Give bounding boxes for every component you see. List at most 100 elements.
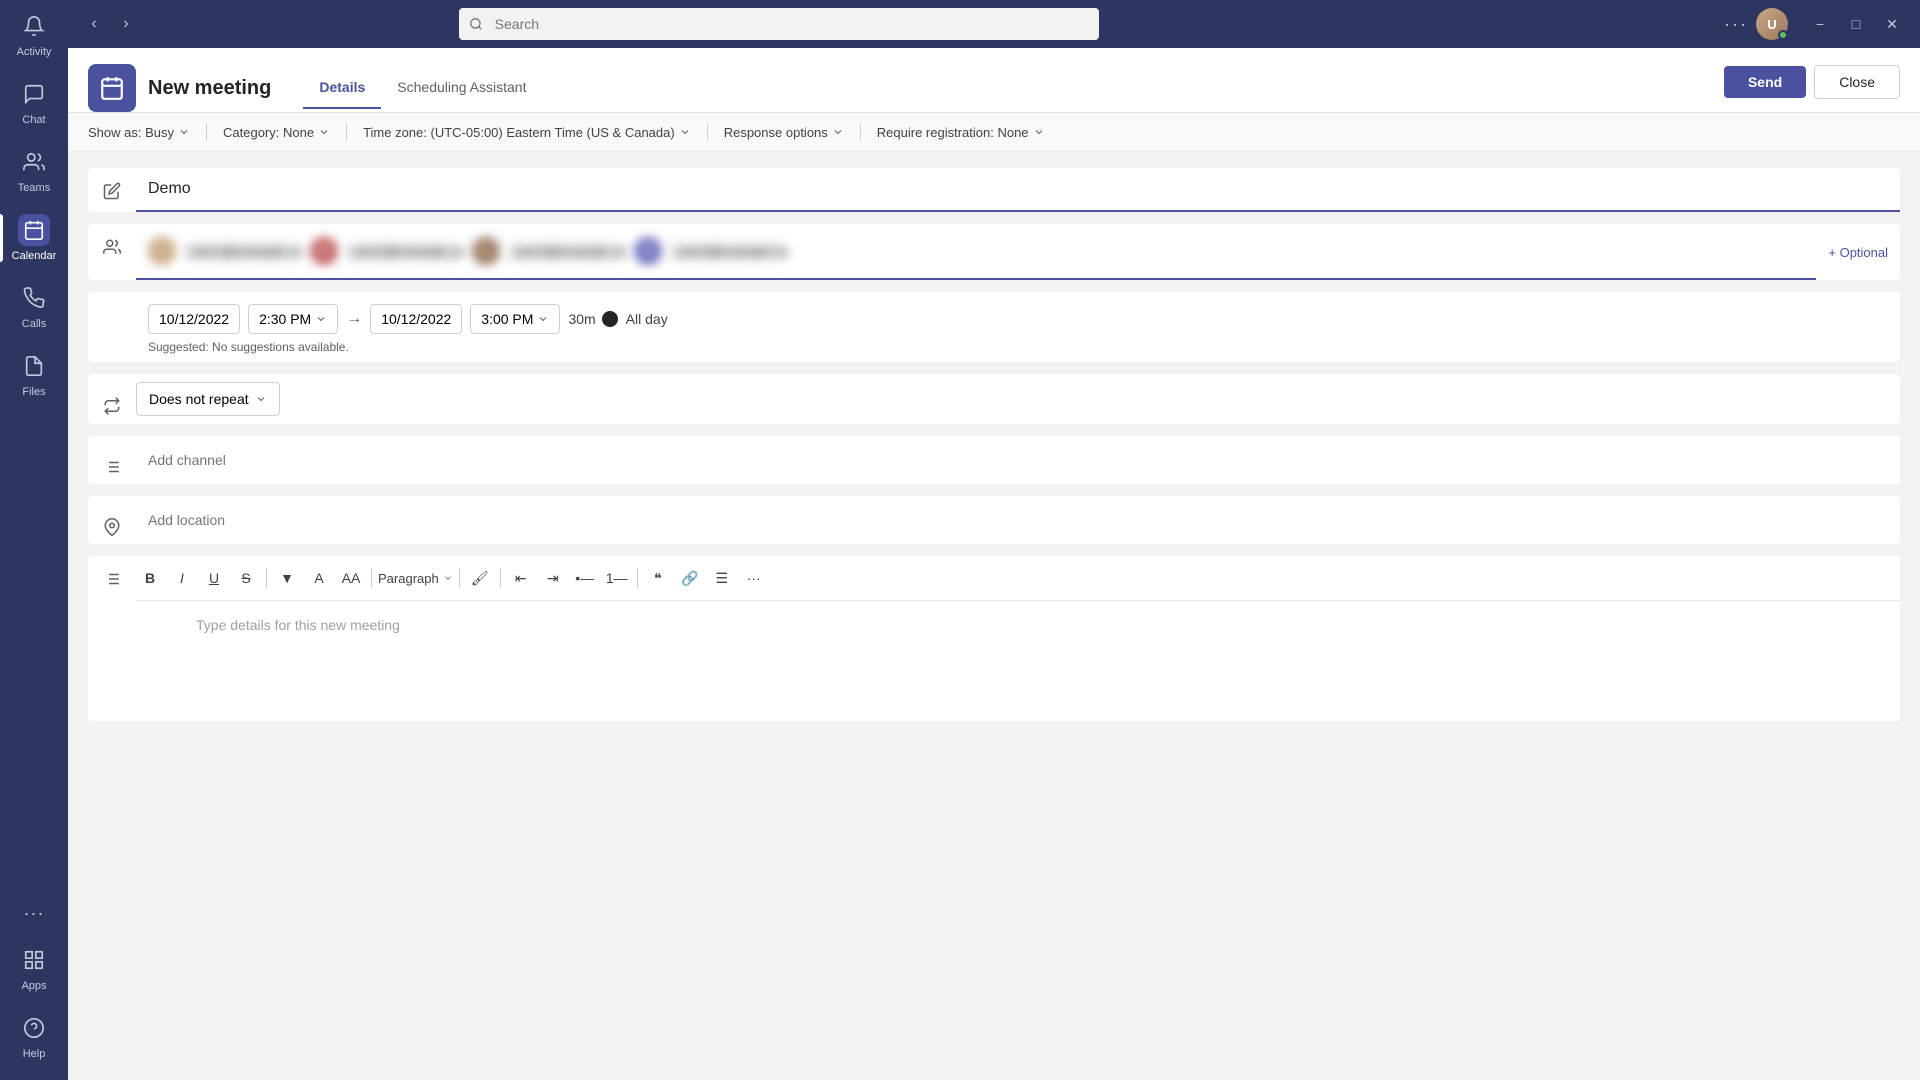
meeting-tabs: Details Scheduling Assistant <box>303 67 542 109</box>
meeting-panel: New meeting Details Scheduling Assistant… <box>68 48 1920 1080</box>
end-date-input[interactable]: 10/12/2022 <box>370 304 462 334</box>
registration-chevron <box>1033 126 1045 138</box>
search-icon <box>469 17 483 31</box>
response-options-dropdown[interactable]: Response options <box>724 125 844 140</box>
editor-icon <box>88 556 136 588</box>
numbered-list-button[interactable]: 1— <box>603 564 631 592</box>
require-registration-dropdown[interactable]: Require registration: None <box>877 125 1045 140</box>
send-button[interactable]: Send <box>1724 66 1806 98</box>
align-left-button[interactable]: ⇤ <box>507 564 535 592</box>
link-button[interactable]: 🔗 <box>676 564 704 592</box>
sidebar-item-help[interactable]: Help <box>0 1002 68 1070</box>
editor-sep-3 <box>459 568 460 588</box>
paragraph-select[interactable]: Paragraph <box>378 571 453 586</box>
strikethrough-button[interactable]: S <box>232 564 260 592</box>
main-area: ‹ › ··· U − □ ✕ <box>68 0 1920 1080</box>
editor-sep-2 <box>371 568 372 588</box>
sidebar-item-apps[interactable]: Apps <box>0 934 68 1002</box>
quote-button[interactable]: ❝ <box>644 564 672 592</box>
channel-input[interactable] <box>136 440 1900 480</box>
response-chevron <box>832 126 844 138</box>
sidebar-item-activity[interactable]: Activity <box>0 0 68 68</box>
meeting-title-row: New meeting Details Scheduling Assistant <box>148 67 542 109</box>
start-time-select[interactable]: 2:30 PM <box>248 304 338 334</box>
location-input[interactable] <box>136 500 1900 540</box>
attendees-icon <box>88 224 136 256</box>
attendee-avatar-1: A <box>148 237 176 265</box>
meeting-header-right: Send Close <box>1724 65 1900 111</box>
font-options-button[interactable]: 🖌 <box>466 564 494 592</box>
attendee-name-3: user3@example.com <box>506 242 626 261</box>
font-color-button[interactable]: ▼ <box>273 564 301 592</box>
attendee-chip-4: D user4@example.com <box>634 237 788 265</box>
show-as-dropdown[interactable]: Show as: Busy <box>88 125 190 140</box>
repeat-select[interactable]: Does not repeat <box>136 382 280 416</box>
sidebar-item-calls[interactable]: Calls <box>0 272 68 340</box>
paragraph-chevron <box>443 573 453 583</box>
italic-button[interactable]: I <box>168 564 196 592</box>
sidebar: Activity Chat Teams <box>0 0 68 1080</box>
show-as-chevron <box>178 126 190 138</box>
align-right-button[interactable]: ⇥ <box>539 564 567 592</box>
title-input[interactable] <box>136 168 1900 212</box>
arrow-separator: → <box>346 310 362 328</box>
user-avatar-wrapper[interactable]: U <box>1756 8 1788 40</box>
font-size-button[interactable]: AA <box>337 564 365 592</box>
sidebar-item-teams[interactable]: Teams <box>0 136 68 204</box>
attendee-avatar-2: B <box>310 237 338 265</box>
attendee-name-4: user4@example.com <box>668 242 788 261</box>
title-field <box>136 168 1900 212</box>
allday-label: All day <box>626 311 668 327</box>
sidebar-item-chat[interactable]: Chat <box>0 68 68 136</box>
title-row <box>88 168 1900 212</box>
category-dropdown[interactable]: Category: None <box>223 125 330 140</box>
duration-badge: 30m <box>568 311 617 327</box>
nav-buttons: ‹ › <box>80 10 140 38</box>
highlight-button[interactable]: A <box>305 564 333 592</box>
search-wrapper <box>459 8 1099 40</box>
minimize-button[interactable]: − <box>1804 8 1836 40</box>
meeting-title: New meeting <box>148 77 271 100</box>
editor-toolbar: B I U S ▼ A AA Paragraph <box>136 556 1900 601</box>
toolbar-sep-3 <box>707 123 708 141</box>
sidebar-item-calendar[interactable]: Calendar <box>0 204 68 272</box>
text-align-button[interactable]: ☰ <box>708 564 736 592</box>
close-button[interactable]: Close <box>1814 65 1900 99</box>
editor-sep-1 <box>266 568 267 588</box>
bullet-list-button[interactable]: •— <box>571 564 599 592</box>
repeat-chevron <box>255 393 267 405</box>
meeting-header: New meeting Details Scheduling Assistant… <box>68 48 1920 113</box>
sidebar-item-more[interactable]: ··· <box>0 893 68 934</box>
attendee-chip-2: B user2@example.com <box>310 237 464 265</box>
close-window-button[interactable]: ✕ <box>1876 8 1908 40</box>
meeting-form: A user1@example.com B user2@example.com … <box>68 152 1920 1080</box>
forward-button[interactable]: › <box>112 10 140 38</box>
tab-details[interactable]: Details <box>303 67 381 109</box>
maximize-button[interactable]: □ <box>1840 8 1872 40</box>
repeat-row: Does not repeat <box>88 374 1900 424</box>
end-time-chevron <box>537 313 549 325</box>
meeting-icon <box>88 64 136 112</box>
editor-sep-4 <box>500 568 501 588</box>
toolbar-sep-1 <box>206 123 207 141</box>
attendee-avatar-3: C <box>472 237 500 265</box>
editor-content[interactable]: Type details for this new meeting <box>136 601 1900 721</box>
optional-link[interactable]: + Optional <box>1816 237 1900 268</box>
attendees-inner[interactable]: A user1@example.com B user2@example.com … <box>136 224 1816 280</box>
tab-scheduling[interactable]: Scheduling Assistant <box>381 67 542 109</box>
attendee-name-2: user2@example.com <box>344 242 464 261</box>
start-time-chevron <box>315 313 327 325</box>
underline-button[interactable]: U <box>200 564 228 592</box>
back-button[interactable]: ‹ <box>80 10 108 38</box>
search-input[interactable] <box>459 8 1099 40</box>
end-time-select[interactable]: 3:00 PM <box>470 304 560 334</box>
start-date-input[interactable]: 10/12/2022 <box>148 304 240 334</box>
content-area: New meeting Details Scheduling Assistant… <box>68 48 1920 1080</box>
more-options-button[interactable]: ··· <box>1724 14 1748 35</box>
timezone-dropdown[interactable]: Time zone: (UTC-05:00) Eastern Time (US … <box>363 125 691 140</box>
more-formatting-button[interactable]: ··· <box>740 564 768 592</box>
attendee-chip-1: A user1@example.com <box>148 237 302 265</box>
bold-button[interactable]: B <box>136 564 164 592</box>
suggestions-text: Suggested: No suggestions available. <box>148 340 1888 354</box>
sidebar-item-files[interactable]: Files <box>0 340 68 408</box>
